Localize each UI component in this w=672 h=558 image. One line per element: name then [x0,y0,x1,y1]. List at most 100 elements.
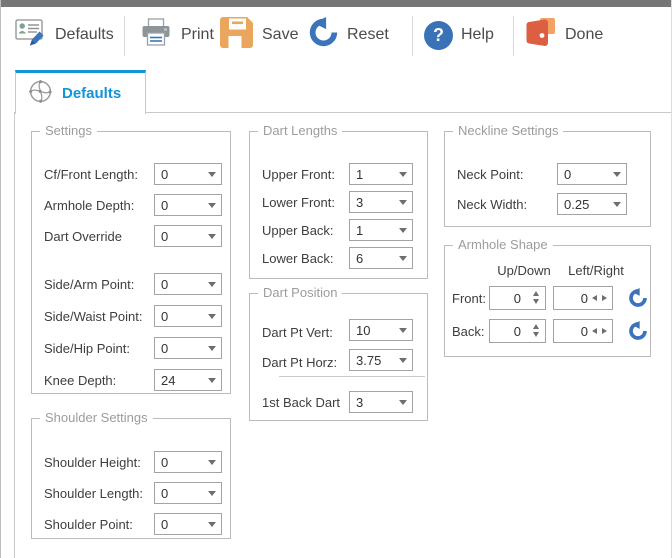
shoulder-point-combo[interactable]: 0 [154,513,222,535]
upper-front-label: Upper Front: [262,167,335,182]
combo-value: 10 [356,323,370,338]
dart-override-combo[interactable]: 0 [154,225,222,247]
group-dart-lengths-title: Dart Lengths [258,123,342,138]
chevron-down-icon[interactable] [208,282,216,287]
chevron-down-icon[interactable] [208,234,216,239]
chevron-down-icon[interactable] [208,172,216,177]
chevron-down-icon[interactable] [399,328,407,333]
print-button[interactable]: Print [140,15,214,55]
chevron-down-icon[interactable] [399,256,407,261]
combo-value: 0 [161,277,168,292]
done-button-label: Done [565,26,603,44]
armhole-back-reset-icon[interactable] [628,321,648,341]
reset-circular-arrow-icon [308,17,339,53]
defaults-window: Defaults Print [0,0,672,558]
first-back-dart-label: 1st Back Dart [262,395,340,410]
shoulder-height-combo[interactable]: 0 [154,451,222,473]
group-shoulder-settings: Shoulder Settings Shoulder Height: 0 Sho… [31,418,231,539]
tab-defaults-label: Defaults [62,85,121,102]
lower-front-combo[interactable]: 3 [349,191,413,213]
chevron-down-icon[interactable] [208,460,216,465]
chevron-down-icon[interactable] [613,172,621,177]
armhole-front-reset-icon[interactable] [628,288,648,308]
exit-door-icon [525,17,557,53]
side-arm-point-label: Side/Arm Point: [44,277,134,292]
first-back-dart-combo[interactable]: 3 [349,391,413,413]
dart-pt-vert-label: Dart Pt Vert: [262,325,333,340]
group-neckline-settings-title: Neckline Settings [453,123,563,138]
spinner-value: 0 [581,291,588,306]
chevron-down-icon[interactable] [208,346,216,351]
shoulder-height-label: Shoulder Height: [44,455,141,470]
user-card-edit-icon [15,17,47,53]
armhole-depth-combo[interactable]: 0 [154,194,222,216]
chevron-down-icon[interactable] [399,228,407,233]
upper-front-combo[interactable]: 1 [349,163,413,185]
up-down-spinner-arrows-icon[interactable] [533,324,539,337]
chevron-down-icon[interactable] [613,202,621,207]
chevron-down-icon[interactable] [399,358,407,363]
toolbar-separator [412,16,413,56]
side-waist-point-combo[interactable]: 0 [154,305,222,327]
combo-value: 0 [161,341,168,356]
armhole-front-leftright-spinner[interactable]: 0 [553,286,613,310]
lower-back-combo[interactable]: 6 [349,247,413,269]
globe-network-icon [28,79,53,109]
combo-value: 0 [161,486,168,501]
combo-value: 0 [161,309,168,324]
chevron-down-icon[interactable] [208,491,216,496]
cf-front-length-label: Cf/Front Length: [44,167,138,182]
left-right-spinner-arrows-icon[interactable] [592,328,607,334]
combo-value: 6 [356,251,363,266]
save-button[interactable]: Save [220,15,298,55]
help-button[interactable]: ? Help [424,15,494,55]
spinner-value: 0 [514,324,521,339]
armhole-back-updown-spinner[interactable]: 0 [489,319,546,343]
dart-pt-horz-combo[interactable]: 3.75 [349,349,413,371]
done-button[interactable]: Done [525,15,603,55]
neck-point-combo[interactable]: 0 [557,163,627,185]
side-hip-point-combo[interactable]: 0 [154,337,222,359]
shoulder-length-combo[interactable]: 0 [154,482,222,504]
armhole-front-updown-spinner[interactable]: 0 [489,286,546,310]
chevron-down-icon[interactable] [208,203,216,208]
save-button-label: Save [262,26,298,44]
knee-depth-combo[interactable]: 24 [154,369,222,391]
side-arm-point-combo[interactable]: 0 [154,273,222,295]
spinner-value: 0 [581,324,588,339]
help-button-label: Help [461,26,494,44]
dart-pt-vert-combo[interactable]: 10 [349,319,413,341]
chevron-down-icon[interactable] [208,314,216,319]
group-dart-position-title: Dart Position [258,285,342,300]
chevron-down-icon[interactable] [399,400,407,405]
upper-back-label: Upper Back: [262,223,334,238]
combo-value: 0 [161,198,168,213]
combo-value: 24 [161,373,175,388]
chevron-down-icon[interactable] [399,200,407,205]
combo-value: 0 [564,167,571,182]
group-armhole-shape: Armhole Shape Up/Down Left/Right Front: … [444,245,651,357]
up-down-spinner-arrows-icon[interactable] [533,291,539,304]
group-settings-title: Settings [40,123,97,138]
upper-back-combo[interactable]: 1 [349,219,413,241]
window-title-strip [1,0,672,7]
chevron-down-icon[interactable] [208,378,216,383]
neck-width-combo[interactable]: 0.25 [557,193,627,215]
left-right-spinner-arrows-icon[interactable] [592,295,607,301]
combo-value: 3 [356,395,363,410]
chevron-down-icon[interactable] [399,172,407,177]
floppy-save-icon [220,16,254,54]
group-settings: Settings Cf/Front Length: 0 Armhole Dept… [31,131,231,394]
armhole-back-leftright-spinner[interactable]: 0 [553,319,613,343]
tab-defaults[interactable]: Defaults [15,70,146,114]
group-shoulder-settings-title: Shoulder Settings [40,410,153,425]
defaults-button-label: Defaults [55,26,114,44]
toolbar-separator [513,16,514,56]
group-armhole-shape-title: Armhole Shape [453,237,553,252]
reset-button[interactable]: Reset [308,15,389,55]
knee-depth-label: Knee Depth: [44,373,116,388]
defaults-button[interactable]: Defaults [15,15,114,55]
cf-front-length-combo[interactable]: 0 [154,163,222,185]
chevron-down-icon[interactable] [208,522,216,527]
armhole-front-label: Front: [452,291,486,306]
